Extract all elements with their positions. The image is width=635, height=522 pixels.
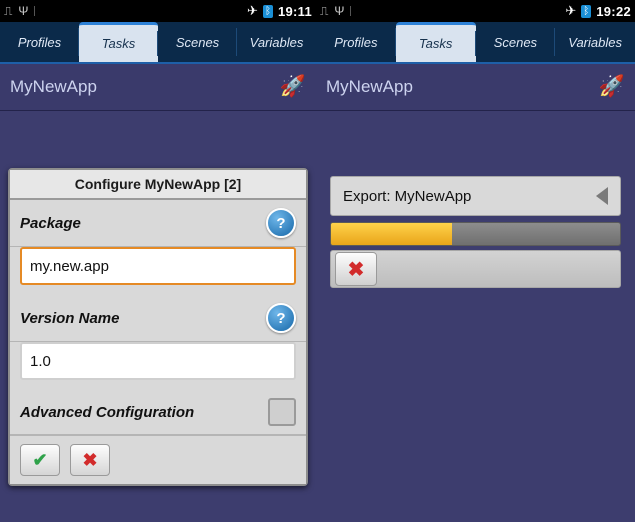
airplane-icon: ✈: [565, 3, 577, 18]
rocket-icon: 🚀: [598, 75, 625, 98]
version-name-label: Version Name: [20, 309, 120, 327]
rocket-icon: 🚀: [279, 75, 306, 98]
page-title: MyNewApp: [326, 77, 413, 96]
bluetooth-mic-icon: Ψ: [334, 4, 345, 18]
status-right-icons: ✈ ᛒ 19:11: [247, 3, 312, 19]
export-cancel-bar: ✖: [330, 250, 621, 288]
export-progress-fill: [331, 223, 453, 245]
page-title: MyNewApp: [10, 77, 97, 96]
content-area-right: MyNewApp 🚀 Export: MyNewApp ✖ ✔ ✖ ✚: [316, 64, 635, 522]
configure-dialog: Configure MyNewApp [2] Package ? my.new.…: [8, 168, 308, 486]
status-divider: [350, 6, 352, 16]
help-icon-version[interactable]: ?: [266, 303, 296, 333]
screenshot-pair: ⎍ Ψ ✈ ᛒ 19:11 Profiles Tasks Scenes Vari…: [0, 0, 635, 522]
status-left-icons: ⎍ Ψ: [4, 5, 247, 17]
dialog-accept-button[interactable]: ✔: [20, 444, 60, 476]
export-progress-bar: [330, 222, 621, 246]
left-phone-screen: ⎍ Ψ ✈ ᛒ 19:11 Profiles Tasks Scenes Vari…: [0, 0, 316, 522]
status-left-icons-right: ⎍ Ψ: [320, 5, 565, 17]
collapse-arrow-icon[interactable]: [596, 187, 608, 205]
tab-tasks[interactable]: Tasks: [395, 22, 476, 62]
help-icon-package[interactable]: ?: [266, 208, 296, 238]
dialog-cancel-button[interactable]: ✖: [70, 444, 110, 476]
tab-variables[interactable]: Variables: [237, 22, 316, 62]
status-right-icons-right: ✈ ᛒ 19:22: [565, 3, 631, 19]
dialog-title: Configure MyNewApp [2]: [10, 170, 306, 200]
right-phone-screen: ⎍ Ψ ✈ ᛒ 19:22 Profiles Tasks Scenes Vari…: [316, 0, 635, 522]
version-name-section: Version Name ?: [10, 295, 306, 342]
advanced-configuration-checkbox[interactable]: [268, 398, 296, 426]
usb-icon: ⎍: [4, 4, 13, 18]
app-header-right: MyNewApp 🚀: [316, 64, 635, 111]
tab-scenes[interactable]: Scenes: [158, 22, 237, 62]
bluetooth-icon: ᛒ: [581, 4, 592, 18]
export-panel: Export: MyNewApp ✖: [330, 176, 621, 288]
app-header-left: MyNewApp 🚀: [0, 64, 316, 111]
tab-scenes[interactable]: Scenes: [476, 22, 556, 62]
package-section: Package ?: [10, 200, 306, 247]
tab-profiles[interactable]: Profiles: [316, 22, 396, 62]
status-divider: [34, 6, 36, 16]
version-name-input[interactable]: 1.0: [20, 342, 296, 380]
status-bar-right: ⎍ Ψ ✈ ᛒ 19:22: [316, 0, 635, 22]
status-clock: 19:22: [596, 3, 631, 19]
tab-bar-right: Profiles Tasks Scenes Variables: [316, 22, 635, 64]
package-label: Package: [20, 214, 81, 232]
usb-icon: ⎍: [320, 4, 329, 18]
status-bar-left: ⎍ Ψ ✈ ᛒ 19:11: [0, 0, 316, 22]
content-area-left: MyNewApp 🚀 Configure MyNewApp [2] Packag…: [0, 64, 316, 522]
dialog-action-bar: ✔ ✖: [10, 435, 306, 484]
tab-bar-left: Profiles Tasks Scenes Variables: [0, 22, 316, 64]
tab-profiles[interactable]: Profiles: [0, 22, 79, 62]
export-row[interactable]: Export: MyNewApp: [330, 176, 621, 216]
tab-tasks[interactable]: Tasks: [79, 22, 158, 62]
package-input[interactable]: my.new.app: [20, 247, 296, 285]
cancel-export-button[interactable]: ✖: [335, 252, 377, 286]
bluetooth-mic-icon: Ψ: [18, 4, 29, 18]
airplane-icon: ✈: [247, 3, 258, 18]
export-label: Export: MyNewApp: [343, 187, 472, 205]
bluetooth-icon: ᛒ: [262, 4, 273, 18]
advanced-configuration-label: Advanced Configuration: [20, 403, 195, 421]
advanced-configuration-row[interactable]: Advanced Configuration: [10, 390, 306, 435]
tab-variables[interactable]: Variables: [555, 22, 635, 62]
status-clock: 19:11: [277, 3, 312, 19]
